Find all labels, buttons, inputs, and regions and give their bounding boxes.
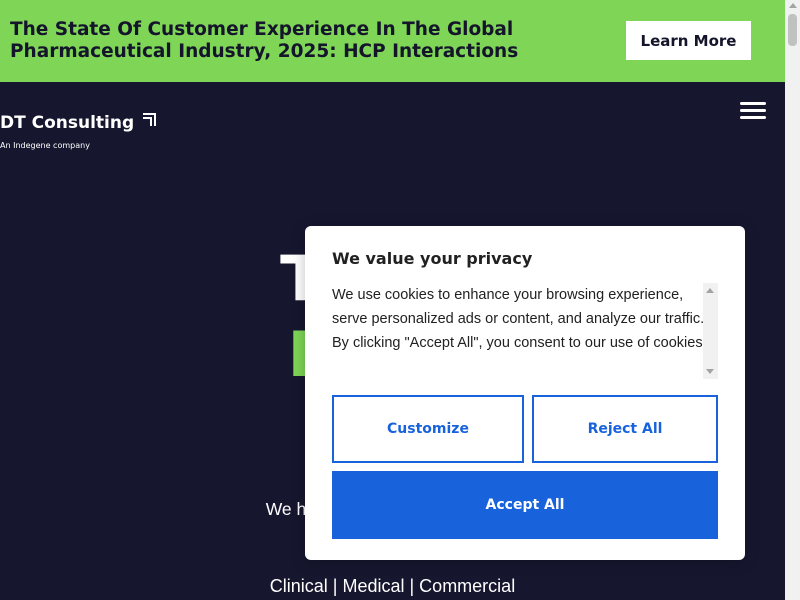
cookie-consent-modal: We value your privacy We use cookies to … — [305, 226, 745, 560]
logo-mark-icon — [143, 113, 156, 126]
banner-text-line1: The State Of Customer Experience In The … — [10, 19, 514, 40]
accept-all-button[interactable]: Accept All — [332, 471, 718, 539]
banner-text-line2: Pharmaceutical Industry, 2025: HCP Inter… — [10, 41, 519, 62]
announcement-banner: The State Of Customer Experience In The … — [0, 0, 785, 82]
hero-service-links[interactable]: Clinical | Medical | Commercial — [0, 576, 785, 597]
logo-subtitle: An Indegene company — [0, 141, 90, 150]
logo-text: DT Consulting — [0, 113, 135, 133]
cookie-modal-title: We value your privacy — [332, 249, 533, 268]
customize-button[interactable]: Customize — [332, 395, 524, 463]
menu-bar-1 — [740, 102, 766, 105]
reject-all-button[interactable]: Reject All — [532, 395, 718, 463]
scroll-up-arrow-icon[interactable] — [789, 3, 797, 8]
scroll-down-arrow-icon[interactable] — [706, 369, 714, 374]
scrollbar-thumb[interactable] — [788, 14, 797, 46]
cookie-body-scrollbar[interactable] — [703, 283, 718, 379]
cookie-modal-body: We use cookies to enhance your browsing … — [332, 287, 707, 351]
banner-text[interactable]: The State Of Customer Experience In The … — [10, 19, 570, 63]
page-scrollbar[interactable] — [785, 0, 800, 600]
menu-bar-3 — [740, 116, 766, 119]
hamburger-menu-icon[interactable] — [740, 99, 768, 121]
scroll-up-arrow-icon[interactable] — [706, 288, 714, 293]
learn-more-button[interactable]: Learn More — [626, 21, 751, 60]
menu-bar-2 — [740, 109, 766, 112]
